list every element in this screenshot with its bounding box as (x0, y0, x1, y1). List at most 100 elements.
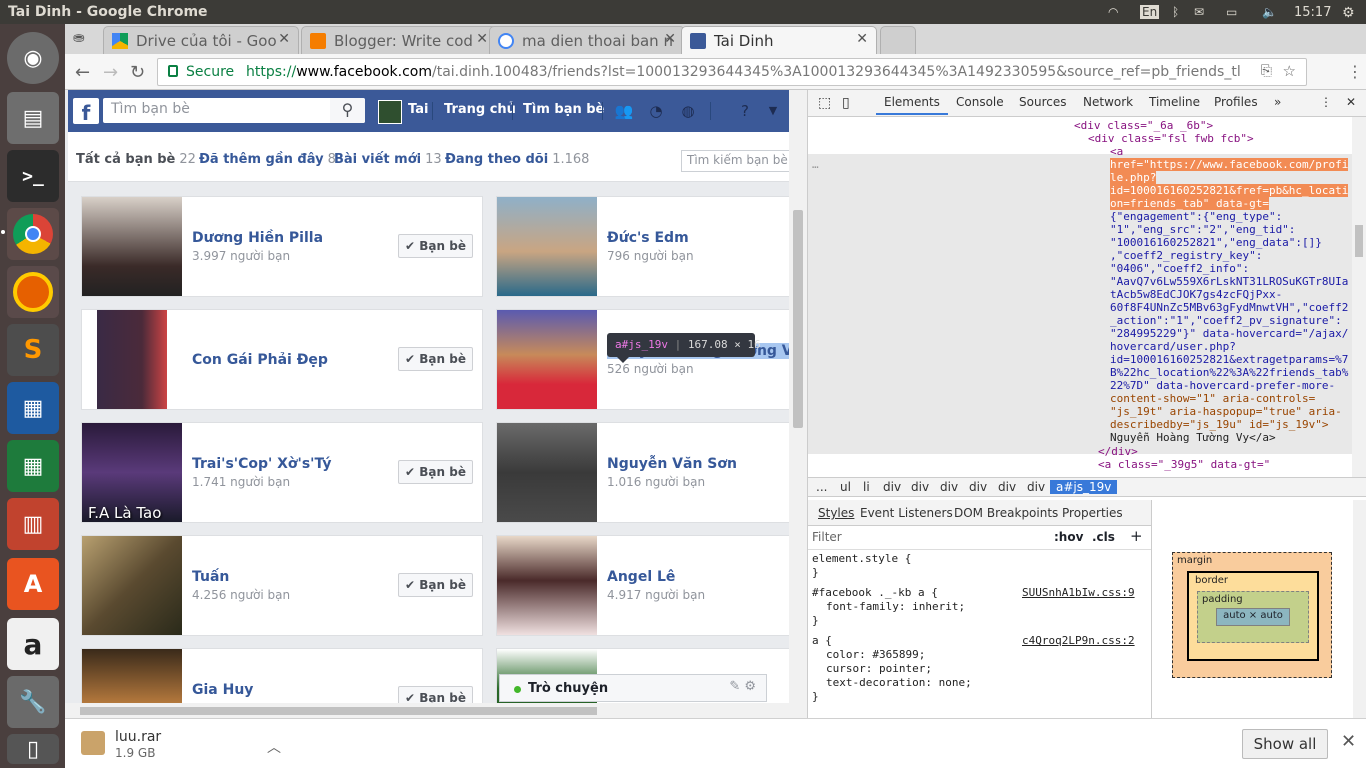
download-item[interactable]: luu.rar 1.9 GB ︿ (81, 729, 281, 763)
software-center-icon[interactable]: A (7, 558, 59, 610)
url-text[interactable]: https://www.facebook.com/tai.dinh.100483… (246, 64, 1241, 80)
dom-line[interactable]: _action":"1","coeff2_pv_signature": (1110, 314, 1342, 327)
friend-name[interactable]: Dương Hiền Pilla (192, 230, 323, 246)
friend-photo[interactable] (497, 536, 597, 635)
rule-selector[interactable]: element.style { (812, 552, 911, 565)
friend-photo[interactable]: F.A Là Tao (82, 423, 182, 522)
class-toggle[interactable]: .cls (1092, 530, 1115, 544)
dom-line[interactable]: <div class="fsl fwb fcb"> (1088, 132, 1254, 145)
friend-name[interactable]: Gia Huy (192, 682, 253, 698)
friend-photo[interactable] (82, 310, 182, 409)
close-tab-icon[interactable]: ✕ (664, 31, 676, 47)
hover-state-toggle[interactable]: :hov (1054, 530, 1083, 544)
terminal-icon[interactable]: >_ (7, 150, 59, 202)
messenger-icon[interactable]: ◔ (645, 100, 667, 122)
crumb[interactable]: div (998, 480, 1016, 494)
friend-photo[interactable] (497, 310, 597, 409)
tab-dom-breakpoints[interactable]: DOM Breakpoints (954, 506, 1058, 520)
bluetooth-icon[interactable]: ᛒ (1172, 5, 1179, 19)
sublime-text-icon[interactable]: S (7, 324, 59, 376)
crumb[interactable]: li (863, 480, 870, 494)
dom-line[interactable]: </div> (1098, 445, 1138, 458)
dom-line[interactable]: id=100016160252821&fref=pb&hc_locati (1110, 184, 1349, 197)
show-all-button[interactable]: Show all (1242, 729, 1328, 759)
crumb[interactable]: div (940, 480, 958, 494)
crumb[interactable]: div (969, 480, 987, 494)
rule-source-link[interactable]: c4Qroq2LP9n.css:2 (1022, 634, 1135, 647)
libreoffice-writer-icon[interactable]: ▦ (7, 382, 59, 434)
tab-new-posts[interactable]: Bài viết mới 13 (334, 152, 442, 167)
firefox-icon[interactable] (7, 266, 59, 318)
dom-line[interactable]: le.php? (1110, 171, 1157, 184)
devtools-menu-icon[interactable]: ⋮ (1320, 95, 1332, 109)
rule-source-link[interactable]: SUUSnhA1bIw.css:9 (1022, 586, 1135, 599)
rule-selector[interactable]: a { (812, 634, 832, 647)
clock[interactable]: 15:17 (1294, 5, 1331, 20)
friend-name[interactable]: Trai's'Cop' Xờ's'Tý (192, 456, 331, 472)
crumb[interactable]: ... (816, 480, 827, 494)
close-devtools-icon[interactable]: ✕ (1346, 95, 1356, 109)
ubuntu-dash-icon[interactable]: ◉ (7, 32, 59, 84)
chrome-icon[interactable] (7, 208, 59, 260)
tab-all-friends[interactable]: Tất cả bạn bè 22 (76, 152, 196, 167)
tab-following[interactable]: Đang theo dõi 1.168 (445, 152, 589, 167)
battery-icon[interactable]: ▭ (1226, 5, 1237, 19)
translate-icon[interactable]: ⎘ (1261, 63, 1272, 79)
fb-search-input[interactable]: Tìm bạn bè (103, 98, 365, 123)
friend-photo[interactable] (82, 197, 182, 296)
friend-status-button[interactable]: ✔ Bạn bè (398, 460, 473, 484)
scrollbar-thumb[interactable] (1355, 225, 1363, 257)
search-icon[interactable]: ⚲ (330, 98, 365, 123)
libreoffice-impress-icon[interactable]: ▥ (7, 498, 59, 550)
box-model-scrollbar[interactable] (1353, 500, 1366, 718)
scrollbar-thumb[interactable] (80, 707, 597, 715)
crumb-selected[interactable]: a#js_19v (1050, 480, 1118, 494)
mail-icon[interactable]: ✉ (1194, 5, 1204, 19)
rule-selector[interactable]: #facebook ._-kb a { (812, 586, 938, 599)
dom-line[interactable]: Nguyễn Hoàng Tường Vy</a> (1110, 431, 1276, 444)
rule-prop[interactable]: color: #365899; (826, 648, 925, 661)
friend-name[interactable]: Con Gái Phải Đẹp (192, 352, 328, 368)
new-tab-button[interactable] (880, 26, 916, 54)
tab-blogger[interactable]: Blogger: Write cod ✕ (301, 26, 497, 54)
dom-line[interactable]: hovercard/user.php? (1110, 340, 1236, 353)
friend-status-button[interactable]: ✔ Bạn bè (398, 234, 473, 258)
address-bar[interactable]: Secure https://www.facebook.com/tai.dinh… (157, 58, 1307, 86)
page-vertical-scrollbar[interactable] (789, 90, 807, 718)
crumb[interactable]: div (883, 480, 901, 494)
rule-prop[interactable]: text-decoration: none; (826, 676, 972, 689)
help-icon[interactable]: ? (734, 100, 756, 122)
more-tabs-icon[interactable]: » (1274, 95, 1281, 109)
rule-prop[interactable]: cursor: pointer; (826, 662, 932, 675)
tab-recently-added[interactable]: Đã thêm gần đây 8 (199, 152, 336, 167)
dom-line[interactable]: id=100016160252821&extragetparams=%7 (1110, 353, 1348, 366)
dom-line[interactable]: <div class="_6a _6b"> (1074, 119, 1213, 132)
friends-search-input[interactable]: Tìm kiếm bạn bè (681, 150, 791, 172)
tab-sources[interactable]: Sources (1019, 95, 1066, 109)
crumb[interactable]: div (911, 480, 929, 494)
bookmark-star-icon[interactable]: ☆ (1283, 62, 1296, 80)
scrollbar-thumb[interactable] (793, 210, 803, 428)
wifi-icon[interactable]: ◠ (1108, 5, 1118, 19)
dom-line[interactable]: "100016160252821","eng_data":[]} (1110, 236, 1322, 249)
dom-line[interactable]: on=friends_tab" data-gt= (1110, 197, 1269, 210)
dom-line[interactable]: ,"coeff2_registry_key": (1110, 249, 1262, 262)
home-link[interactable]: Trang chủ (444, 102, 516, 117)
back-icon[interactable]: ← (75, 62, 90, 83)
friend-photo[interactable] (497, 197, 597, 296)
dom-line[interactable]: "AavQ7v6Lw559X6rLskNT31LROSuKGTr8UIa (1110, 275, 1348, 288)
tab-google-search[interactable]: ma dien thoai ban n ✕ (489, 26, 685, 54)
dom-line[interactable]: 22%7D" data-hovercard-prefer-more- (1110, 379, 1335, 392)
tab-properties[interactable]: Properties (1062, 506, 1123, 520)
avatar[interactable] (378, 100, 402, 124)
chat-settings-icon[interactable]: ✎ ⚙ (729, 679, 756, 694)
tab-facebook[interactable]: Tai Dinh ✕ (681, 26, 877, 54)
close-tab-icon[interactable]: ✕ (856, 31, 868, 47)
rule-prop[interactable]: font-family: inherit; (826, 600, 965, 613)
tab-console[interactable]: Console (956, 95, 1004, 109)
trash-icon[interactable]: ▯ (7, 734, 59, 764)
close-tab-icon[interactable]: ✕ (278, 31, 290, 47)
dom-line[interactable]: B%22hc_location%22%3A%22friends_tab% (1110, 366, 1348, 379)
friend-name[interactable]: Angel Lê (607, 569, 675, 585)
device-toolbar-icon[interactable]: ▯ (842, 95, 850, 111)
